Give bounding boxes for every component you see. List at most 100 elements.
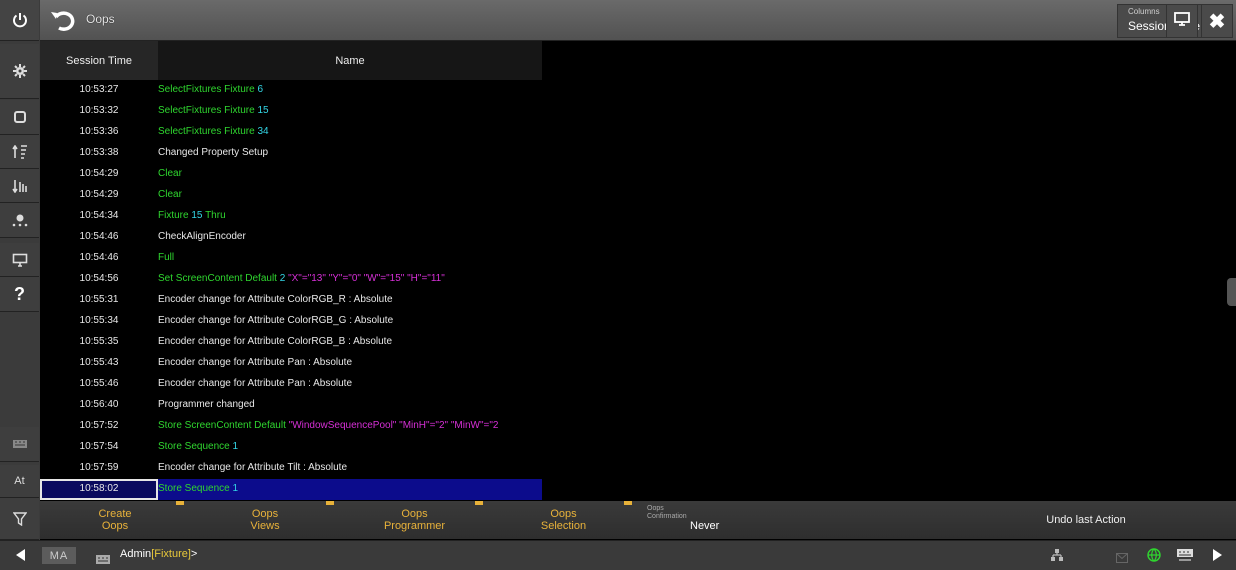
name-text-part: Set ScreenContent Default xyxy=(158,273,280,284)
table-row[interactable]: 10:53:36 SelectFixtures Fixture 34 xyxy=(40,122,542,143)
oops-confirmation-value: Never xyxy=(690,520,720,532)
session-time-cell: 10:55:31 xyxy=(79,294,119,305)
create-oops-button[interactable]: Create Oops xyxy=(40,501,191,539)
name-text-part: Store Sequence xyxy=(158,441,233,452)
sort-desc-icon xyxy=(11,179,28,193)
table-row[interactable]: 10:55:31 Encoder change for Attribute Col… xyxy=(40,290,542,311)
left-sidebar: ? At xyxy=(0,0,40,569)
table-row[interactable]: 10:55:46 Encoder change for Attribute Pan… xyxy=(40,374,542,395)
name-cell: Programmer changed xyxy=(158,395,542,416)
name-text-part: SelectFixtures Fixture xyxy=(158,126,258,137)
name-text-part: Thru xyxy=(202,210,226,221)
name-text-part: Changed Property Setup xyxy=(158,147,269,158)
table-row[interactable]: 10:57:59 Encoder change for Attribute Til… xyxy=(40,458,542,479)
filter-button[interactable] xyxy=(0,498,39,540)
session-time-cell: 10:56:40 xyxy=(79,399,119,410)
name-cell: Store Sequence 1 xyxy=(158,479,542,500)
user-icon xyxy=(12,213,28,227)
oops-selection-button[interactable]: Oops Selection xyxy=(489,501,639,539)
help-button[interactable]: ? xyxy=(0,277,39,312)
keyboard-button[interactable] xyxy=(0,427,39,462)
mail-icon[interactable] xyxy=(1116,550,1128,568)
table-row-selected[interactable]: 10:58:02 Store Sequence 1 xyxy=(40,479,542,500)
table-row[interactable]: 10:56:40 Programmer changed xyxy=(40,395,542,416)
undo-last-action-button[interactable]: Undo last Action xyxy=(936,501,1236,539)
scroll-right-arrow-icon[interactable] xyxy=(1212,548,1224,567)
table-row[interactable]: 10:54:56 Set ScreenContent Default 2 "X"=… xyxy=(40,269,542,290)
session-time-cell: 10:57:59 xyxy=(79,462,119,473)
table-row[interactable]: 10:57:54 Store Sequence 1 xyxy=(40,437,542,458)
name-text-part: 1 xyxy=(232,441,239,452)
oops-selection-label: Oops Selection xyxy=(540,508,587,532)
session-time-cell: 10:54:34 xyxy=(79,210,119,221)
power-button[interactable] xyxy=(0,0,39,41)
keyboard-icon[interactable] xyxy=(96,551,110,569)
name-cell: Changed Property Setup xyxy=(158,143,542,164)
at-label: At xyxy=(14,475,25,487)
create-oops-label: Create Oops xyxy=(98,508,132,532)
command-user: Admin xyxy=(120,548,152,560)
oops-programmer-button[interactable]: Oops Programmer xyxy=(340,501,490,539)
filter-icon xyxy=(12,511,27,526)
close-button[interactable]: ✖ xyxy=(1201,4,1233,38)
undo-last-action-label: Undo last Action xyxy=(1046,514,1126,526)
name-text-part: 6 xyxy=(257,84,264,95)
table-row[interactable]: 10:53:27 SelectFixtures Fixture 6 xyxy=(40,80,542,101)
session-time-cell: 10:53:32 xyxy=(79,105,119,116)
name-cell: Clear xyxy=(158,164,542,185)
help-icon: ? xyxy=(14,283,25,304)
table-row[interactable]: 10:54:29 Clear xyxy=(40,164,542,185)
name-text-part: 15 xyxy=(191,210,203,221)
screen-button[interactable] xyxy=(0,243,39,277)
name-text-part: Encoder change for Attribute Pan : Absol… xyxy=(158,378,353,389)
name-cell: Encoder change for Attribute Pan : Absol… xyxy=(158,353,542,374)
table-row[interactable]: 10:54:46 Full xyxy=(40,248,542,269)
oops-views-button[interactable]: Oops Views xyxy=(190,501,341,539)
name-cell: SelectFixtures Fixture 34 xyxy=(158,122,542,143)
square-icon xyxy=(13,110,27,124)
table-row[interactable]: 10:54:29 Clear xyxy=(40,185,542,206)
keyboard-icon xyxy=(12,440,27,448)
scroll-left-arrow-icon[interactable] xyxy=(14,548,26,567)
table-row[interactable]: 10:54:46 CheckAlignEncoder xyxy=(40,227,542,248)
button-indicator xyxy=(624,501,632,505)
table-row[interactable]: 10:55:35 Encoder change for Attribute Col… xyxy=(40,332,542,353)
name-text-part: 15 xyxy=(257,105,269,116)
resize-handle[interactable] xyxy=(1227,278,1236,306)
sort-button[interactable] xyxy=(0,135,39,169)
power-icon xyxy=(12,12,28,28)
button-indicator xyxy=(475,501,483,505)
window-title-bar: Oops Columns Session Time ✖ xyxy=(40,0,1236,41)
button-indicator xyxy=(326,501,334,505)
undo-icon[interactable] xyxy=(50,8,76,37)
screen-config-button[interactable] xyxy=(1166,4,1198,38)
bottom-button-bar: Create Oops Oops Views Oops Programmer O… xyxy=(40,501,1236,539)
filter-sort-button[interactable] xyxy=(0,169,39,203)
monitor-icon xyxy=(1173,11,1191,32)
command-line-input[interactable]: Admin[Fixture]> xyxy=(120,548,197,560)
table-row[interactable]: 10:53:38 Changed Property Setup xyxy=(40,143,542,164)
name-text-part: Encoder change for Attribute ColorRGB_R … xyxy=(158,294,393,305)
at-button[interactable]: At xyxy=(0,465,39,498)
shortcuts-keyboard-icon[interactable] xyxy=(1176,548,1194,567)
column-header-name[interactable]: Name xyxy=(158,41,542,80)
table-row[interactable]: 10:54:34 Fixture 15 Thru xyxy=(40,206,542,227)
users-button[interactable] xyxy=(0,203,39,238)
oops-programmer-label: Oops Programmer xyxy=(383,508,446,532)
store-view-button[interactable] xyxy=(0,100,39,135)
name-text-part: "X"="13" "Y"="0" "W"="15" "H"="11" xyxy=(285,273,445,284)
column-header-session-time[interactable]: Session Time xyxy=(40,41,158,80)
table-row[interactable]: 10:55:34 Encoder change for Attribute Col… xyxy=(40,311,542,332)
name-text-part: Store ScreenContent Default xyxy=(158,420,289,431)
network-icon[interactable] xyxy=(1050,548,1064,567)
globe-icon[interactable] xyxy=(1147,548,1161,567)
table-row[interactable]: 10:55:43 Encoder change for Attribute Pan… xyxy=(40,353,542,374)
session-time-cell: 10:55:43 xyxy=(79,357,119,368)
settings-button[interactable] xyxy=(0,44,39,99)
name-cell: Store ScreenContent Default "WindowSeque… xyxy=(158,416,542,437)
command-object: [Fixture] xyxy=(151,548,191,560)
name-cell: SelectFixtures Fixture 6 xyxy=(158,80,542,101)
table-row[interactable]: 10:57:52 Store ScreenContent Default "Win… xyxy=(40,416,542,437)
oops-confirmation-selector[interactable]: Oops Confirmation Never xyxy=(638,501,789,539)
table-row[interactable]: 10:53:32 SelectFixtures Fixture 15 xyxy=(40,101,542,122)
